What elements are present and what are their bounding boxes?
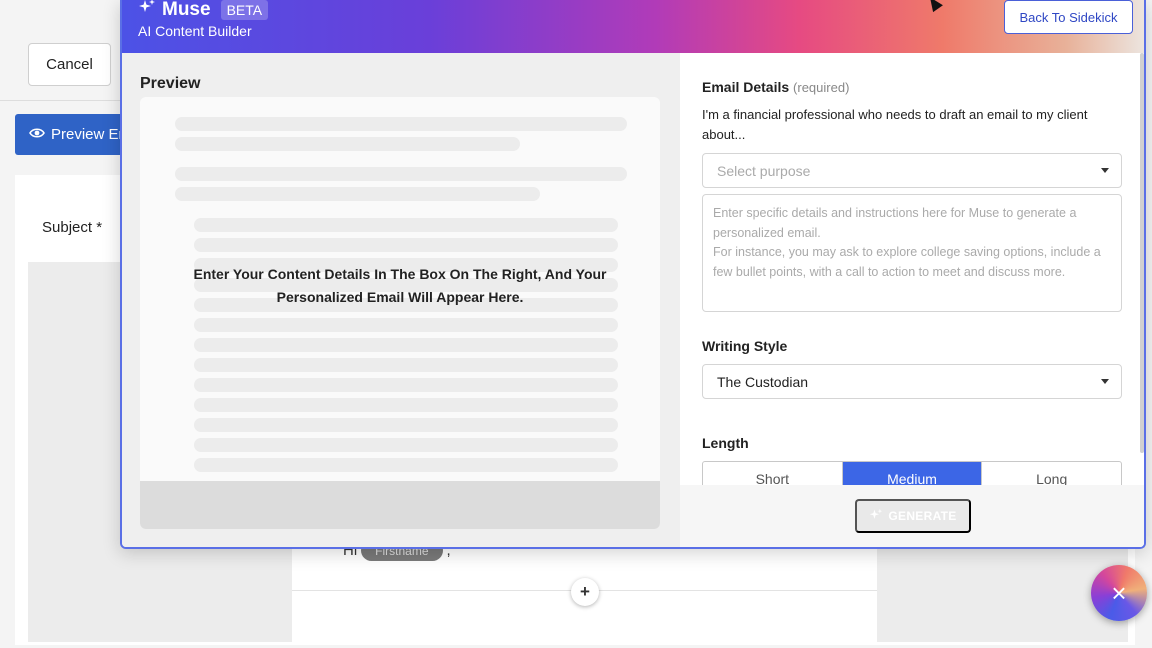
skeleton-line [175, 187, 540, 201]
purpose-select-value: Select purpose [717, 162, 811, 179]
skeleton-line [194, 458, 618, 472]
skeleton-line [194, 438, 618, 452]
preview-email-button[interactable]: Preview Em [15, 114, 135, 155]
add-block-button[interactable]: + [571, 578, 599, 606]
skeleton-line [194, 218, 618, 232]
preview-title: Preview [140, 75, 201, 92]
purpose-select[interactable]: Select purpose [702, 153, 1122, 188]
scrollbar-thumb[interactable] [1140, 53, 1144, 453]
required-hint: (required) [793, 80, 850, 95]
skeleton-line [194, 358, 618, 372]
brand: Muse BETA [138, 0, 269, 21]
skeleton-line [194, 338, 618, 352]
preview-card: Enter Your Content Details In The Box On… [140, 97, 660, 529]
skeleton-line [194, 418, 618, 432]
email-details-title: Email Details [702, 79, 790, 95]
brand-name: Muse [162, 0, 211, 20]
length-label: Length [702, 435, 749, 451]
back-to-sidekick-button[interactable]: Back To Sidekick [1004, 0, 1133, 34]
skeleton-line [175, 117, 627, 131]
preview-column: Preview Enter Your Content Details In Th… [122, 53, 680, 547]
details-textarea[interactable]: Enter specific details and instructions … [702, 194, 1122, 312]
muse-modal: Muse BETA AI Content Builder Back To Sid… [120, 0, 1146, 549]
beta-badge: BETA [220, 0, 269, 20]
skeleton-line [194, 398, 618, 412]
chevron-down-icon [1101, 168, 1109, 173]
form-footer: GENERATE [680, 485, 1144, 547]
skeleton-line [194, 238, 618, 252]
modal-header: Muse BETA AI Content Builder Back To Sid… [122, 0, 1144, 53]
skeleton-line [194, 318, 618, 332]
eye-icon [29, 126, 45, 143]
form-scrollbar[interactable] [1138, 53, 1144, 453]
skeleton-line [194, 378, 618, 392]
close-muse-fab[interactable]: × [1091, 565, 1147, 621]
sparkle-icon [138, 0, 156, 21]
writing-style-label: Writing Style [702, 338, 788, 354]
details-placeholder-line2: For instance, you may ask to explore col… [713, 245, 1101, 279]
generate-label: GENERATE [888, 509, 957, 523]
chevron-down-icon [1101, 379, 1109, 384]
writing-style-select[interactable]: The Custodian [702, 364, 1122, 399]
close-icon: × [1111, 577, 1127, 608]
background-divider [0, 100, 130, 101]
writing-style-value: The Custodian [717, 373, 809, 390]
generate-button[interactable]: GENERATE [855, 499, 971, 533]
form-column: Email Details (required) I'm a financial… [680, 53, 1144, 547]
skeleton-line [175, 137, 520, 151]
intro-text: I'm a financial professional who needs t… [702, 107, 1088, 142]
preview-footer [140, 481, 660, 529]
brand-subtitle: AI Content Builder [138, 23, 252, 39]
details-placeholder-line1: Enter specific details and instructions … [713, 206, 1077, 240]
skeleton-line [175, 167, 627, 181]
cancel-button[interactable]: Cancel [28, 43, 111, 86]
sparkle-icon [869, 508, 883, 525]
plus-icon: + [580, 582, 590, 601]
subject-label: Subject * [42, 219, 103, 236]
email-details-label: Email Details (required) [702, 79, 849, 95]
preview-placeholder-message: Enter Your Content Details In The Box On… [193, 266, 607, 305]
